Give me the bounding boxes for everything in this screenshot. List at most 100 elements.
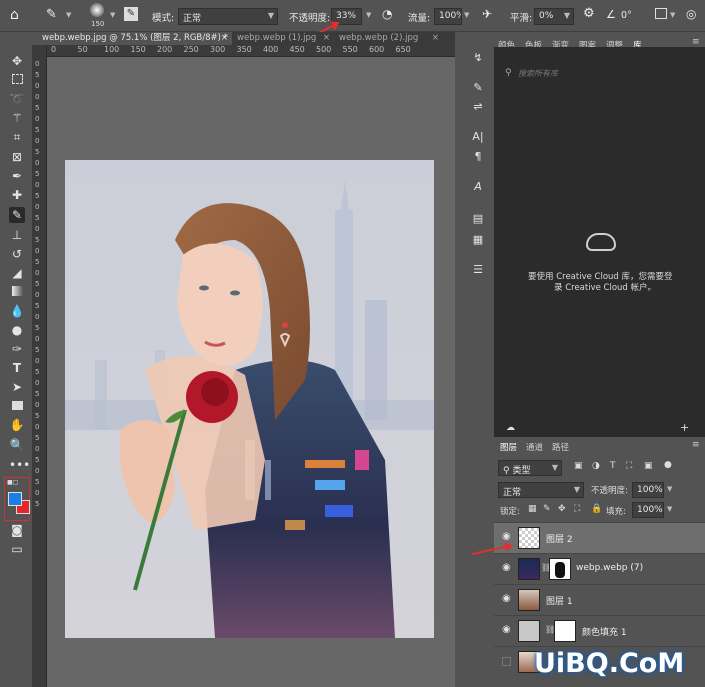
brush-tool-preset-icon[interactable]: ✎ (46, 7, 57, 22)
layer-row[interactable]: ◉ ⛓ 颜色填充 1 (494, 615, 705, 646)
lasso-tool-icon[interactable]: ➰ (9, 91, 25, 107)
character-icon[interactable]: A| (471, 130, 485, 144)
layer-thumbnail (518, 589, 540, 611)
chevron-down-icon[interactable]: ▼ (670, 11, 675, 19)
lock-position-icon[interactable]: ✥ (558, 504, 566, 514)
angle-value[interactable]: 0° (621, 10, 632, 21)
tab-layers[interactable]: 图层 (500, 441, 517, 453)
layer-row[interactable]: ◉ 图层 1 (494, 584, 705, 615)
lock-transparent-icon[interactable]: ▦ (528, 504, 537, 514)
layer-name[interactable]: 图层 2 (546, 532, 573, 545)
blend-mode-select[interactable]: 正常 ▼ (498, 482, 584, 498)
pressure-size-icon[interactable]: ◎ (686, 7, 696, 21)
eraser-tool-icon[interactable]: ◢ (9, 265, 25, 281)
filter-adjust-icon[interactable]: ◑ (592, 461, 600, 471)
path-selection-tool-icon[interactable]: ➤ (9, 379, 25, 395)
magic-wand-tool-icon[interactable]: ⚚ (9, 110, 25, 126)
smooth-field[interactable]: 0% ▼ (534, 8, 574, 25)
adjust-icon[interactable]: ☰ (471, 263, 485, 277)
home-icon[interactable]: ⌂ (10, 7, 19, 23)
pressure-opacity-icon[interactable]: ◔ (382, 7, 392, 21)
gear-icon[interactable]: ⚙ (583, 6, 595, 21)
foreground-color-swatch[interactable] (8, 492, 22, 506)
doc-tab-active[interactable]: webp.webp.jpg @ 75.1% (图层 2, RGB/8#) * × (37, 32, 232, 45)
healing-brush-tool-icon[interactable]: ✚ (9, 187, 25, 203)
tab-paths[interactable]: 路径 (552, 441, 569, 453)
crop-tool-icon[interactable]: ⌗ (9, 129, 25, 145)
lock-artboard-icon[interactable]: ⛶ (574, 504, 580, 514)
zoom-tool-icon[interactable]: 🔍 (9, 437, 25, 453)
cloud-status-icon[interactable]: ☁ (506, 423, 515, 433)
layer-opacity-field[interactable]: 100% (632, 482, 664, 498)
rectangle-tool-icon[interactable] (9, 398, 25, 414)
layer-name[interactable]: 图层 1 (546, 594, 573, 607)
quick-mask-icon[interactable]: ◙ (9, 522, 25, 538)
brush-presets-icon[interactable]: ⇌ (471, 100, 485, 114)
filter-toggle-icon[interactable]: ● (664, 460, 672, 470)
properties-icon[interactable]: ▤ (471, 212, 485, 226)
chevron-down-icon[interactable]: ▼ (66, 11, 71, 19)
layer-row-selected[interactable]: ◉ 图层 2 (494, 522, 705, 553)
history-brush-tool-icon[interactable]: ↺ (9, 246, 25, 262)
lock-all-icon[interactable]: 🔒 (591, 504, 602, 514)
library-search-input[interactable]: 搜索所有库 (518, 68, 558, 79)
brush-preview[interactable] (90, 3, 104, 17)
mode-select[interactable]: 正常 ▼ (178, 8, 278, 25)
frame-tool-icon[interactable]: ⊠ (9, 149, 25, 165)
gradient-tool-icon[interactable] (9, 284, 25, 300)
eye-icon[interactable]: ◉ (502, 594, 512, 604)
add-icon[interactable]: + (680, 421, 689, 434)
close-icon[interactable]: × (323, 32, 330, 45)
type-tool-icon[interactable]: T (9, 360, 25, 376)
airbrush-icon[interactable]: ✈ (482, 7, 492, 21)
eye-icon[interactable]: ◉ (502, 625, 512, 635)
layer-row[interactable]: ◉ ⛓ webp.webp (7) (494, 553, 705, 584)
move-tool-icon[interactable]: ✥ (9, 53, 25, 69)
doc-tab[interactable]: webp.webp (2).jpg × (339, 32, 441, 45)
panel-menu-icon[interactable]: ≡ (692, 440, 700, 450)
dodge-tool-icon[interactable]: ● (9, 322, 25, 338)
chevron-down-icon[interactable]: ▼ (366, 11, 371, 19)
panel-menu-icon[interactable]: ≡ (692, 37, 700, 47)
close-icon[interactable]: × (221, 32, 228, 45)
history-icon[interactable]: ↯ (471, 51, 485, 65)
lock-label: 锁定: (500, 507, 520, 517)
filter-shape-icon[interactable]: ⛶ (626, 461, 632, 471)
libraries-icon[interactable]: ▦ (471, 233, 485, 247)
fill-field[interactable]: 100% (632, 502, 664, 518)
layer-name[interactable]: 颜色填充 1 (582, 625, 627, 638)
paragraph-icon[interactable]: ¶ (471, 150, 485, 164)
layer-filter-select[interactable]: ⚲ 类型 ▼ (498, 460, 562, 476)
brush-tool-icon[interactable]: ✎ (9, 207, 25, 223)
eyedropper-tool-icon[interactable]: ✒ (9, 168, 25, 184)
filter-pixel-icon[interactable]: ▣ (574, 461, 583, 471)
symmetry-icon[interactable] (655, 8, 667, 19)
brush-settings-icon[interactable]: ✎ (124, 7, 138, 21)
pen-tool-icon[interactable]: ✑ (9, 341, 25, 357)
ruler-tick-label: 650 (395, 45, 411, 54)
screen-mode-icon[interactable]: ▭ (9, 541, 25, 557)
layer-name[interactable]: webp.webp (7) (576, 563, 643, 573)
blur-tool-icon[interactable]: 💧 (9, 303, 25, 319)
filter-smart-icon[interactable]: ▣ (644, 461, 653, 471)
doc-tab[interactable]: webp.webp (1).jpg × (237, 32, 332, 45)
visibility-toggle[interactable] (502, 657, 511, 666)
flow-field[interactable]: 100% (434, 8, 462, 25)
eye-icon[interactable]: ◉ (502, 563, 512, 573)
default-colors-icon[interactable]: ■□ (7, 479, 18, 486)
glyphs-icon[interactable]: A (471, 180, 485, 194)
marquee-tool-icon[interactable] (9, 72, 25, 88)
clone-stamp-tool-icon[interactable]: ⊥ (9, 227, 25, 243)
tab-channels[interactable]: 通道 (526, 441, 543, 453)
chevron-down-icon[interactable]: ▼ (667, 485, 672, 493)
more-tools-icon[interactable]: ••• (9, 457, 30, 473)
brush-settings-icon[interactable]: ✎ (471, 81, 485, 95)
lock-pixels-icon[interactable]: ✎ (543, 504, 551, 514)
hand-tool-icon[interactable]: ✋ (9, 417, 25, 433)
filter-type-icon[interactable]: T (610, 461, 616, 471)
chevron-down-icon[interactable]: ▼ (110, 11, 115, 19)
chevron-down-icon[interactable]: ▼ (667, 505, 672, 513)
chevron-down-icon[interactable]: ▼ (464, 11, 469, 19)
document-canvas[interactable] (65, 160, 434, 638)
close-icon[interactable]: × (432, 32, 439, 45)
